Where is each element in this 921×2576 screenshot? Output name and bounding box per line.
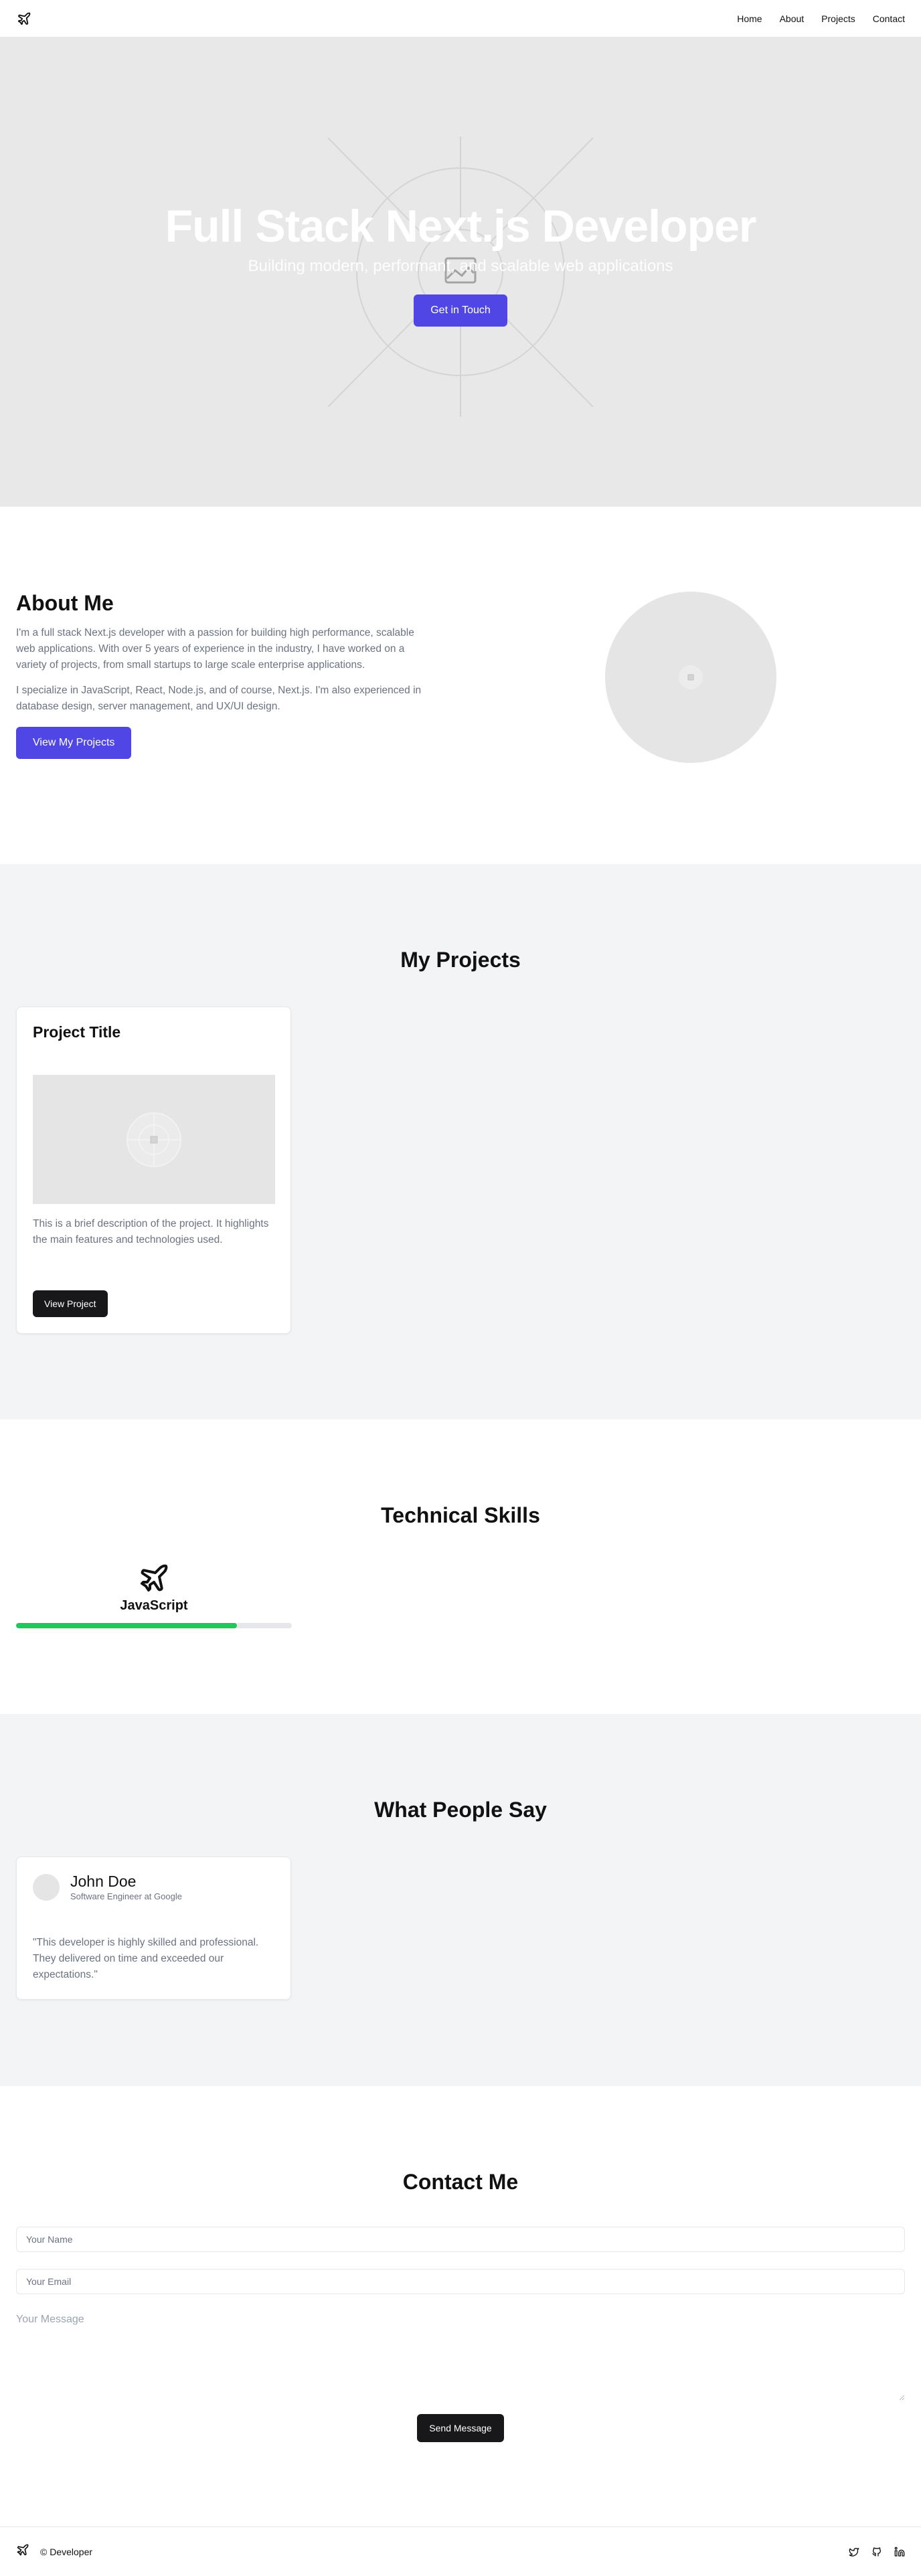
- copyright-text: © Developer: [40, 2546, 93, 2557]
- nav-link-contact[interactable]: Contact: [873, 13, 905, 24]
- skills-section: Technical Skills JavaScript: [0, 1420, 921, 1714]
- about-section: About Me I'm a full stack Next.js develo…: [0, 507, 921, 864]
- avatar: [33, 1874, 60, 1901]
- social-links: [849, 2547, 905, 2557]
- testimonial-author: John Doe Software Engineer at Google: [70, 1873, 182, 1901]
- about-paragraph-1: I'm a full stack Next.js developer with …: [16, 627, 414, 671]
- contact-title: Contact Me: [402, 2170, 519, 2194]
- testimonials-section: What People Say John Doe Software Engine…: [0, 1714, 921, 2086]
- project-description: This is a brief description of the proje…: [33, 1218, 269, 1246]
- linkedin-icon[interactable]: [894, 2547, 905, 2557]
- contact-section: Contact Me Your Name Your Email Your Mes…: [0, 2086, 921, 2526]
- message-placeholder: Your Message: [16, 2314, 84, 2325]
- testimonial-quote: "This developer is highly skilled and pr…: [33, 1937, 259, 1981]
- about-paragraph-2: I specialize in JavaScript, React, Node.…: [16, 685, 422, 713]
- nav-links: Home About Projects Contact: [737, 13, 905, 24]
- testimonial-card: John Doe Software Engineer at Google "Th…: [16, 1857, 291, 2000]
- name-field[interactable]: Your Name: [16, 2227, 905, 2252]
- plane-icon: [138, 1562, 170, 1594]
- plane-icon[interactable]: [16, 2543, 29, 2560]
- nav-link-projects[interactable]: Projects: [821, 13, 855, 24]
- project-title: Project Title: [33, 1023, 121, 1041]
- email-field[interactable]: Your Email: [16, 2269, 905, 2294]
- hero-subtitle: Building modern, performant, and scalabl…: [248, 256, 673, 275]
- skill-item: JavaScript: [16, 1562, 292, 1628]
- footer: © Developer: [0, 2526, 921, 2576]
- view-my-projects-button[interactable]: View My Projects: [16, 727, 132, 760]
- nav-link-home[interactable]: Home: [737, 13, 762, 24]
- profile-image-placeholder: [605, 592, 776, 763]
- plane-icon[interactable]: [16, 11, 32, 27]
- skill-progress-fill: [16, 1623, 237, 1628]
- image-placeholder-icon: [127, 1112, 181, 1167]
- hero-content: Full Stack Next.js Developer Building mo…: [0, 201, 921, 327]
- projects-section: My Projects Project Title This is a brie…: [0, 864, 921, 1420]
- view-project-button[interactable]: View Project: [33, 1290, 108, 1317]
- github-icon[interactable]: [871, 2547, 882, 2557]
- projects-title: My Projects: [400, 948, 521, 972]
- skills-title: Technical Skills: [381, 1503, 540, 1527]
- about-title: About Me: [16, 591, 114, 615]
- hero-title: Full Stack Next.js Developer: [165, 201, 757, 252]
- project-image-placeholder: [33, 1075, 275, 1204]
- testimonial-role: Software Engineer at Google: [70, 1891, 182, 1902]
- testimonials-title: What People Say: [374, 1798, 547, 1822]
- image-placeholder-icon: [679, 665, 703, 689]
- skill-progress-bar: [16, 1623, 292, 1628]
- skill-name: JavaScript: [120, 1598, 188, 1613]
- twitter-icon[interactable]: [849, 2547, 859, 2557]
- hero-section: Full Stack Next.js Developer Building mo…: [0, 37, 921, 507]
- get-in-touch-button[interactable]: Get in Touch: [414, 294, 507, 327]
- send-message-button[interactable]: Send Message: [417, 2414, 504, 2442]
- about-text: About Me I'm a full stack Next.js develo…: [16, 591, 431, 760]
- message-field[interactable]: Your Message: [16, 2314, 905, 2401]
- project-card: Project Title This is a brief descriptio…: [16, 1007, 291, 1334]
- resize-handle-icon[interactable]: [898, 2394, 905, 2401]
- nav-link-about[interactable]: About: [780, 13, 805, 24]
- testimonial-header: John Doe Software Engineer at Google: [33, 1873, 274, 1901]
- top-navbar: Home About Projects Contact: [0, 0, 921, 37]
- testimonial-name: John Doe: [70, 1873, 137, 1890]
